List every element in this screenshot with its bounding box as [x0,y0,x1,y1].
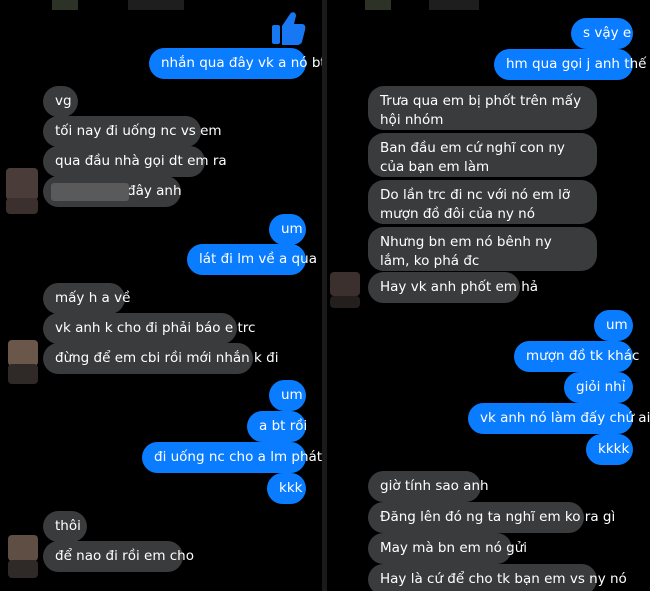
contact-avatar [8,535,38,561]
message-bubble-incoming: Hay là cứ để cho tk bạn em vs ny nó [368,564,627,591]
contact-avatar-blur [330,296,360,308]
thumbs-up-icon[interactable] [268,10,306,46]
message-bubble-incoming: May mà bn em nó gửi [368,533,527,564]
message-bubble-outgoing: mượn đồ tk khác [514,341,639,372]
message-bubble-incoming: để nao đi rồi em cho [43,541,194,572]
message-bubble-outgoing: nhắn qua đây vk a nó bt [149,48,322,79]
contact-avatar-blur [6,198,38,214]
message-text: đây anh [127,183,182,199]
message-bubble-outgoing: um [269,380,306,411]
message-bubble-incoming: giờ tính sao anh [368,471,489,502]
message-bubble-outgoing: a bt rồi [247,411,307,442]
contact-avatar-blur [8,364,38,384]
message-bubble-incoming: Do lần trc đi nc với nó em lỡ mượn đồ đô… [368,180,597,224]
message-bubble-outgoing: um [269,214,306,245]
message-bubble-outgoing: đi uống nc cho a lm phát [142,442,322,473]
blurred-header-avatar [52,0,78,10]
message-bubble-outgoing: kkkk [586,434,633,465]
message-bubble-incoming: thôi [43,511,87,542]
blurred-header-area [128,0,184,10]
contact-avatar [6,168,38,200]
message-bubble-incoming: qua đầu nhà gọi dt em ra [43,146,227,177]
blurred-name [51,183,129,201]
message-bubble-outgoing: lát đi lm về a qua [187,244,317,275]
blurred-header-area [429,0,479,10]
message-bubble-outgoing: kkk [267,473,306,504]
blurred-header-avatar [365,0,391,10]
message-bubble-incoming: đừng để em cbi rồi mới nhắn k đi [43,343,278,374]
message-bubble-incoming: vg [43,86,78,117]
message-bubble-incoming: Trưa qua em bị phốt trên mấy hội nhóm [368,86,597,130]
message-bubble-outgoing: s vậy e [571,18,633,49]
message-bubble-incoming: tối nay đi uống nc vs em [43,116,222,147]
message-bubble-incoming: Hay vk anh phốt em hả [368,272,538,303]
message-bubble-outgoing: vk anh nó làm đấy chứ ai [468,403,650,434]
message-bubble-outgoing: um [594,310,633,341]
message-bubble-incoming: Đăng lên đó ng ta nghĩ em ko ra gì [368,502,615,533]
message-bubble-incoming: mấy h a về [43,283,130,314]
contact-avatar [8,340,38,366]
contact-avatar [330,272,360,296]
right-chat-panel: s vậy e hm qua gọi j anh thế Trưa qua em… [327,0,650,591]
message-bubble-incoming: vk anh k cho đi phải báo e trc [43,313,255,344]
message-bubble-incoming: Nhưng bn em nó bênh ny lắm, ko phá đc [368,227,597,271]
message-bubble-incoming: đây anh [43,176,182,207]
left-chat-panel: nhắn qua đây vk a nó bt vg tối nay đi uố… [0,0,322,591]
contact-avatar-blur [8,560,38,578]
message-bubble-outgoing: giỏi nhỉ [564,372,633,403]
message-bubble-incoming: Ban đầu em cứ nghĩ con ny của bạn em làm [368,133,597,177]
message-bubble-outgoing: hm qua gọi j anh thế [494,49,646,80]
